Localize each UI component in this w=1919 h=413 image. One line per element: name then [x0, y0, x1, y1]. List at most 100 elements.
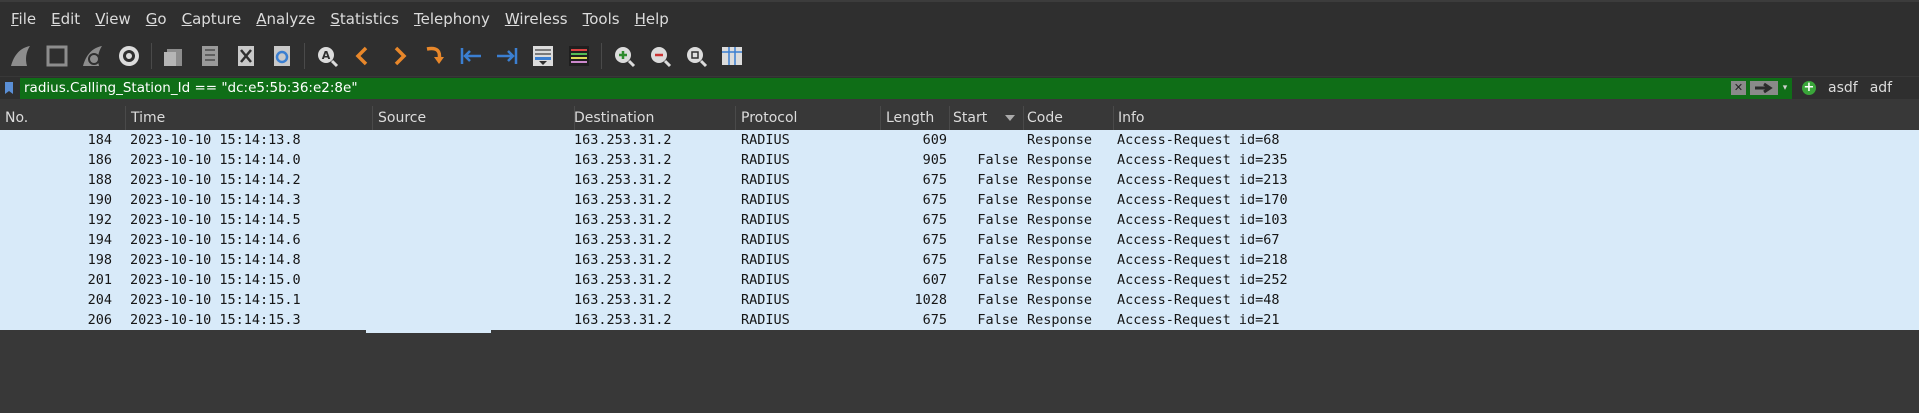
- clear-filter-icon[interactable]: ✕: [1731, 80, 1746, 95]
- packet-row[interactable]: 190 2023-10-10 15:14:14.3 163.253.31.2 RADI…: [0, 190, 1919, 210]
- packet-row[interactable]: 192 2023-10-10 15:14:14.5 163.253.31.2 RADI…: [0, 210, 1919, 230]
- auto-scroll-icon[interactable]: [529, 42, 557, 70]
- shark-fin-start-icon[interactable]: [7, 42, 35, 70]
- menu-label-rest: nalyze: [266, 10, 316, 28]
- zoom-out-icon[interactable]: [646, 42, 674, 70]
- cell-info: Access-Request id=235: [1117, 152, 1288, 168]
- open-file-icon[interactable]: [160, 42, 188, 70]
- colorize-icon[interactable]: [565, 42, 593, 70]
- recent-filters-dropdown[interactable]: ▾: [1780, 81, 1790, 95]
- filter-button-adf[interactable]: adf: [1870, 80, 1892, 96]
- menu-go[interactable]: Go: [146, 10, 167, 28]
- cell-code: Response: [1027, 312, 1093, 328]
- add-filter-button-icon[interactable]: +: [1802, 81, 1816, 95]
- menu-statistics[interactable]: Statistics: [330, 10, 399, 28]
- menu-file[interactable]: File: [11, 10, 36, 28]
- resize-columns-icon[interactable]: [718, 42, 746, 70]
- packet-row[interactable]: 184 2023-10-10 15:14:13.8 163.253.31.2 RADI…: [0, 130, 1919, 150]
- column-header-source[interactable]: Source: [373, 106, 575, 130]
- menu-wireless[interactable]: Wireless: [505, 10, 568, 28]
- menu-mnemonic: A: [256, 10, 267, 28]
- toolbar-separator: [304, 43, 305, 69]
- toolbar-separator: [151, 43, 152, 69]
- column-header-protocol[interactable]: Protocol: [736, 106, 881, 130]
- menu-label-rest: ools: [589, 10, 620, 28]
- column-header-time[interactable]: Time: [126, 106, 373, 130]
- column-header-code[interactable]: Code: [1022, 106, 1114, 130]
- menu-label-rest: apture: [192, 10, 242, 28]
- apply-filter-button[interactable]: [1750, 80, 1778, 95]
- normal-size-icon[interactable]: [682, 42, 710, 70]
- cell-no: 190: [87, 192, 112, 208]
- last-packet-icon[interactable]: [493, 42, 521, 70]
- packet-row[interactable]: 194 2023-10-10 15:14:14.6 163.253.31.2 RADI…: [0, 230, 1919, 250]
- cell-no: 206: [87, 312, 112, 328]
- cell-no: 198: [87, 252, 112, 268]
- packet-row[interactable]: 198 2023-10-10 15:14:14.8 163.253.31.2 RADI…: [0, 250, 1919, 270]
- packet-row[interactable]: 204 2023-10-10 15:14:15.1 163.253.31.2 RADI…: [0, 290, 1919, 310]
- display-filter-input[interactable]: radius.Calling_Station_Id == "dc:e5:5b:3…: [20, 77, 1792, 99]
- restart-capture-icon[interactable]: [79, 42, 107, 70]
- packet-row[interactable]: 188 2023-10-10 15:14:14.2 163.253.31.2 RADI…: [0, 170, 1919, 190]
- menu-view[interactable]: View: [95, 10, 131, 28]
- menu-analyze[interactable]: Analyze: [256, 10, 315, 28]
- menu-mnemonic: S: [330, 10, 340, 28]
- cell-no: 192: [87, 212, 112, 228]
- close-file-icon[interactable]: [232, 42, 260, 70]
- cell-info: Access-Request id=68: [1117, 132, 1280, 148]
- cell-start: False: [977, 152, 1018, 168]
- reload-file-icon[interactable]: [268, 42, 296, 70]
- cell-time: 2023-10-10 15:14:14.6: [130, 232, 301, 248]
- column-header-destination[interactable]: Destination: [569, 106, 736, 130]
- menu-edit[interactable]: Edit: [51, 10, 80, 28]
- menu-telephony[interactable]: Telephony: [414, 10, 490, 28]
- display-filter-text: radius.Calling_Station_Id == "dc:e5:5b:3…: [24, 80, 358, 96]
- menu-mnemonic: G: [145, 10, 158, 28]
- column-header-info[interactable]: Info: [1113, 106, 1919, 130]
- menu-mnemonic: E: [51, 10, 61, 28]
- cell-code: Response: [1027, 232, 1093, 248]
- cell-time: 2023-10-10 15:14:14.0: [130, 152, 301, 168]
- cell-time: 2023-10-10 15:14:14.3: [130, 192, 301, 208]
- cell-start: False: [977, 192, 1018, 208]
- column-header-no[interactable]: No.: [0, 106, 126, 130]
- menu-mnemonic: F: [11, 10, 19, 28]
- cell-info: Access-Request id=170: [1117, 192, 1288, 208]
- main-toolbar: A: [0, 36, 1919, 76]
- cell-destination: 163.253.31.2: [574, 152, 672, 168]
- cell-time: 2023-10-10 15:14:14.2: [130, 172, 301, 188]
- cell-code: Response: [1027, 192, 1093, 208]
- go-back-icon[interactable]: [349, 42, 377, 70]
- cell-info: Access-Request id=67: [1117, 232, 1280, 248]
- filter-button-asdf[interactable]: asdf: [1828, 80, 1858, 96]
- cell-code: Response: [1027, 132, 1093, 148]
- packet-row[interactable]: 201 2023-10-10 15:14:15.0 163.253.31.2 RADI…: [0, 270, 1919, 290]
- menu-label-rest: ile: [18, 10, 37, 28]
- cell-start: False: [977, 272, 1018, 288]
- menu-capture[interactable]: Capture: [182, 10, 242, 28]
- zoom-in-icon[interactable]: [610, 42, 638, 70]
- menu-help[interactable]: Help: [635, 10, 669, 28]
- packet-row[interactable]: 206 2023-10-10 15:14:15.3 163.253.31.2 RADI…: [0, 310, 1919, 330]
- find-packet-icon[interactable]: A: [313, 42, 341, 70]
- column-header-length[interactable]: Length: [881, 106, 950, 130]
- capture-options-gear-icon[interactable]: [115, 42, 143, 70]
- cell-time: 2023-10-10 15:14:13.8: [130, 132, 301, 148]
- cell-length: 675: [922, 192, 947, 208]
- menu-label-rest: o: [157, 10, 167, 28]
- cell-info: Access-Request id=103: [1117, 212, 1288, 228]
- svg-text:A: A: [322, 49, 331, 62]
- column-header-start[interactable]: Start: [948, 106, 1024, 130]
- bookmark-icon[interactable]: [0, 78, 18, 98]
- go-to-packet-icon[interactable]: [421, 42, 449, 70]
- stop-capture-icon[interactable]: [43, 42, 71, 70]
- cell-no: 186: [87, 152, 112, 168]
- cell-length: 675: [922, 232, 947, 248]
- first-packet-icon[interactable]: [457, 42, 485, 70]
- save-file-icon[interactable]: [196, 42, 224, 70]
- packet-row[interactable]: 186 2023-10-10 15:14:14.0 163.253.31.2 RADI…: [0, 150, 1919, 170]
- cell-code: Response: [1027, 272, 1093, 288]
- go-forward-icon[interactable]: [385, 42, 413, 70]
- menu-mnemonic: H: [634, 10, 646, 28]
- menu-tools[interactable]: Tools: [583, 10, 620, 28]
